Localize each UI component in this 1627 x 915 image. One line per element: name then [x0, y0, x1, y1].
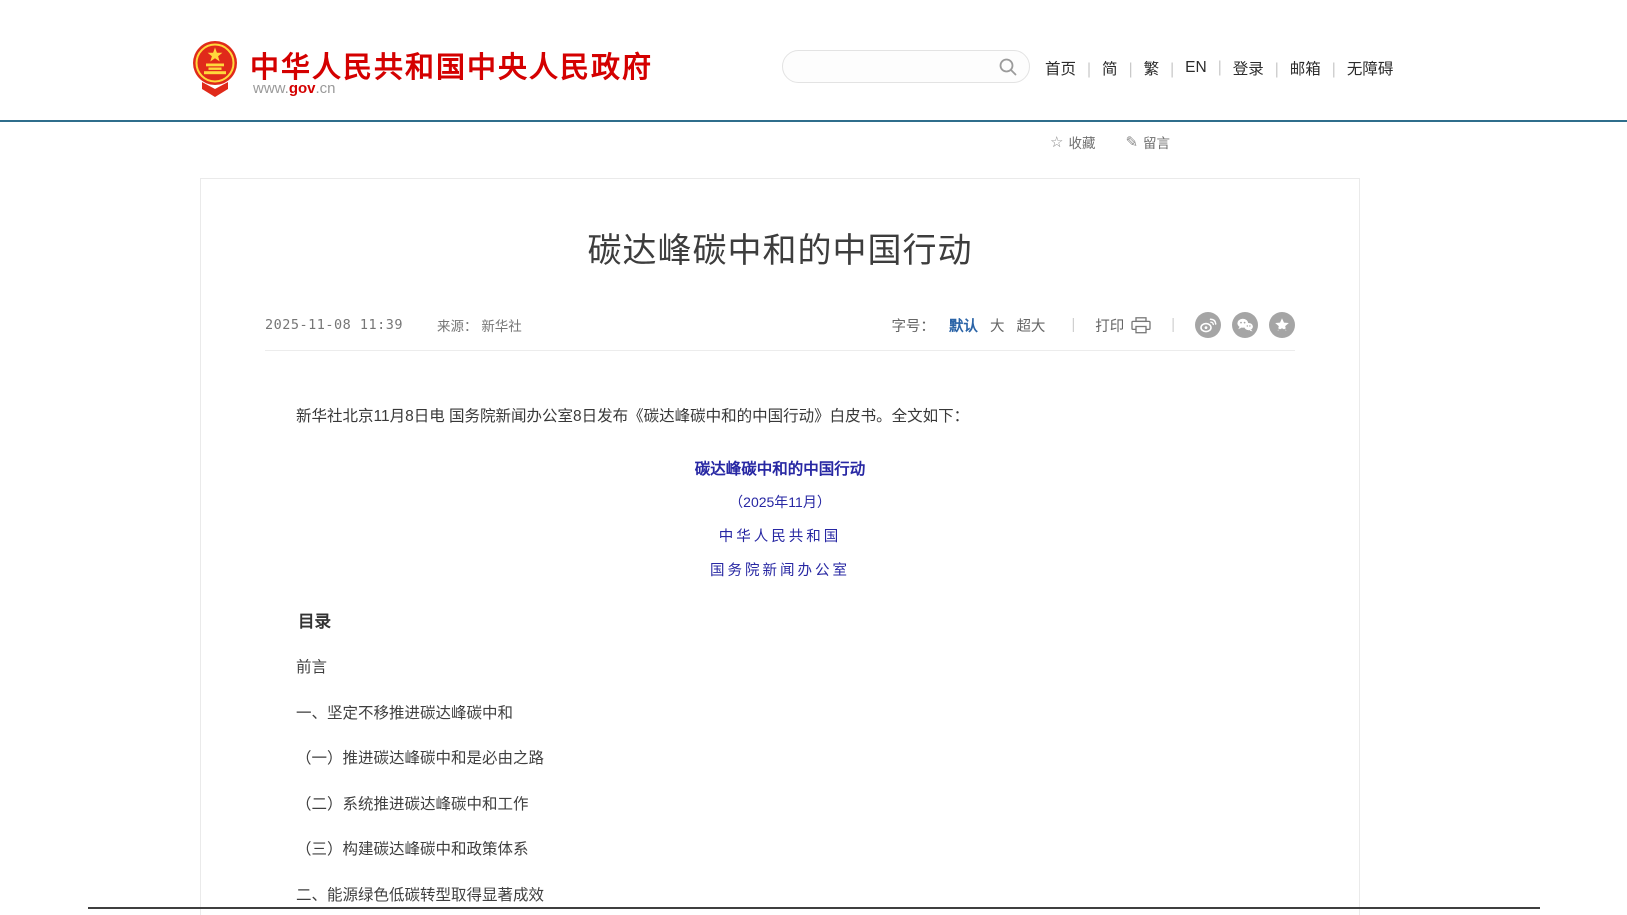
toolbar-divider: |: [1171, 317, 1175, 333]
comment-button[interactable]: ✎ 留言: [1125, 132, 1170, 152]
doc-org-office: 国务院新闻办公室: [265, 559, 1295, 580]
search-icon[interactable]: [998, 57, 1018, 77]
site-url-main: gov: [289, 80, 316, 97]
nav-link-mail[interactable]: 邮箱: [1290, 57, 1347, 79]
toc-item-1-2: （二）系统推进碳达峰碳中和工作: [265, 796, 1295, 815]
toc-item-1: 一、坚定不移推进碳达峰碳中和: [265, 705, 1295, 724]
article-title: 碳达峰碳中和的中国行动: [201, 223, 1359, 272]
source: 来源： 新华社: [437, 315, 522, 335]
doc-title: 碳达峰碳中和的中国行动: [265, 457, 1295, 479]
nav-link-login[interactable]: 登录: [1233, 57, 1290, 79]
toc-item-1-3: （三）构建碳达峰碳中和政策体系: [265, 841, 1295, 860]
nav-link-home[interactable]: 首页: [1045, 57, 1102, 79]
nav-link-accessibility[interactable]: 无障碍: [1347, 57, 1394, 79]
article-meta-left: 2025-11-08 11:39 来源： 新华社: [265, 315, 522, 335]
article-toolbar: 字号： 默认 大 超大 | 打印 |: [891, 312, 1295, 338]
site-header: 中华人民共和国中央人民政府 www.gov.cn 首页 简 繁 EN 登录 邮箱…: [0, 0, 1627, 122]
toolbar-divider: |: [1071, 317, 1075, 333]
toc-item-preface: 前言: [265, 659, 1295, 678]
share-icons: [1195, 312, 1295, 338]
nav-link-english[interactable]: EN: [1185, 59, 1233, 77]
star-icon: ☆: [1050, 133, 1063, 151]
site-url-suffix: .cn: [316, 80, 336, 97]
page-actions: ☆ 收藏 ✎ 留言: [1050, 132, 1170, 152]
favorite-label: 收藏: [1068, 132, 1095, 152]
toc-heading: 目录: [265, 608, 1295, 632]
qzone-star-share-icon[interactable]: [1269, 312, 1295, 338]
search-box[interactable]: [782, 50, 1030, 83]
nav-link-traditional[interactable]: 繁: [1144, 57, 1186, 79]
font-size-large[interactable]: 大: [990, 315, 1005, 336]
comment-label: 留言: [1143, 132, 1170, 152]
printer-icon: [1131, 317, 1151, 334]
article-card: 碳达峰碳中和的中国行动 2025-11-08 11:39 来源： 新华社 字号：…: [200, 178, 1360, 915]
font-size-default[interactable]: 默认: [949, 315, 978, 336]
page-bottom-divider: [88, 907, 1540, 909]
article-body: 新华社北京11月8日电 国务院新闻办公室8日发布《碳达峰碳中和的中国行动》白皮书…: [265, 405, 1295, 915]
toc-item-2: 二、能源绿色低碳转型取得显著成效: [265, 887, 1295, 906]
wechat-share-icon[interactable]: [1232, 312, 1258, 338]
source-label: 来源：: [437, 319, 478, 334]
toc-item-1-1: （一）推进碳达峰碳中和是必由之路: [265, 750, 1295, 769]
print-button[interactable]: 打印: [1095, 315, 1151, 336]
doc-date: （2025年11月）: [265, 492, 1295, 512]
nav-link-simplified[interactable]: 简: [1102, 57, 1144, 79]
favorite-button[interactable]: ☆ 收藏: [1050, 132, 1095, 152]
article-meta-row: 2025-11-08 11:39 来源： 新华社 字号： 默认 大 超大 | 打…: [265, 312, 1295, 351]
search-input[interactable]: [799, 51, 989, 82]
print-label: 打印: [1095, 315, 1124, 336]
weibo-share-icon[interactable]: [1195, 312, 1221, 338]
site-url-prefix: www.: [253, 80, 289, 97]
intro-paragraph: 新华社北京11月8日电 国务院新闻办公室8日发布《碳达峰碳中和的中国行动》白皮书…: [265, 405, 1295, 429]
pencil-icon: ✎: [1125, 133, 1138, 151]
source-value[interactable]: 新华社: [481, 319, 522, 334]
top-nav: 首页 简 繁 EN 登录 邮箱 无障碍: [1045, 57, 1393, 79]
font-size-xlarge[interactable]: 超大: [1016, 315, 1045, 336]
publish-date: 2025-11-08 11:39: [265, 317, 403, 333]
font-size-label: 字号：: [891, 315, 935, 336]
site-url[interactable]: www.gov.cn: [253, 80, 336, 97]
national-emblem-logo[interactable]: [192, 40, 238, 98]
doc-org-country: 中华人民共和国: [265, 525, 1295, 546]
